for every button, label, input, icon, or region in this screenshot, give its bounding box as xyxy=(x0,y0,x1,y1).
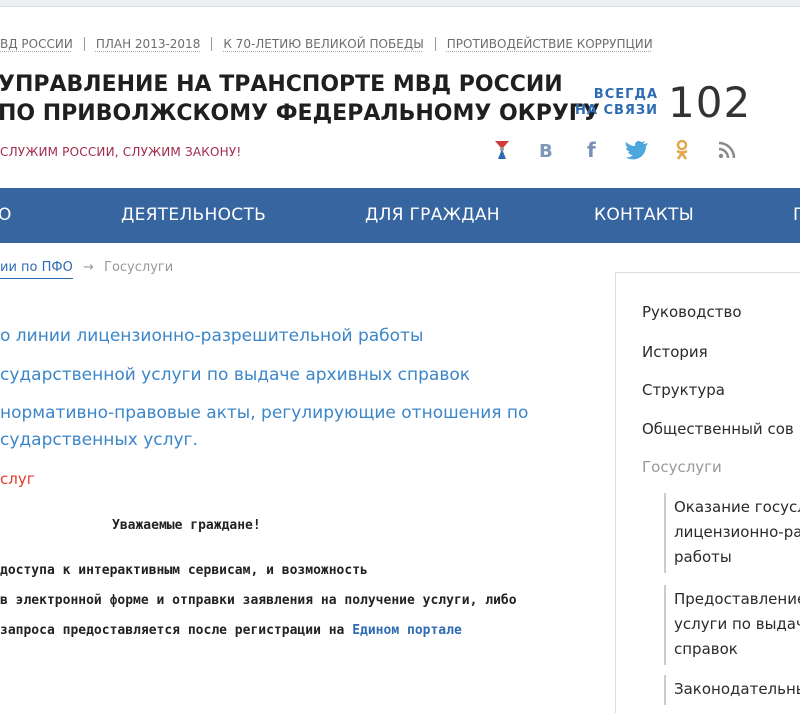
svg-text:В: В xyxy=(539,141,553,160)
service-link-licensing[interactable]: о линии лицензионно-разрешительной работ… xyxy=(0,326,423,346)
sidebar-item-management[interactable]: Руководство xyxy=(642,303,742,321)
service-link-legal-acts-cont[interactable]: сударственных услуг. xyxy=(0,430,198,450)
svg-text:f: f xyxy=(587,139,596,161)
notice-line: в электронной форме и отправки заявления… xyxy=(0,593,517,608)
notice-line-text: запроса предоставляется после регистраци… xyxy=(0,623,353,638)
odnoklassniki-icon[interactable] xyxy=(668,136,696,164)
browser-frame xyxy=(0,0,800,7)
top-link-plan[interactable]: ПЛАН 2013-2018 xyxy=(85,37,213,51)
mvd-icon[interactable] xyxy=(488,136,516,164)
sidebar-item-history[interactable]: История xyxy=(642,343,708,361)
hotline-number: 102 xyxy=(668,78,752,127)
facebook-icon[interactable]: f xyxy=(578,136,606,164)
breadcrumb: ии по ПФО → Госуслуги xyxy=(0,260,174,279)
hotline-label-line2: НА СВЯЗИ xyxy=(575,102,659,118)
sidebar-menu: Руководство История Структура Общественн… xyxy=(615,272,800,713)
top-link-mvd[interactable]: ВД РОССИИ xyxy=(0,37,85,51)
sidebar-subitem-text: Предоставление xyxy=(674,590,800,608)
sidebar-subitem-text: Законодательны xyxy=(674,680,800,698)
twitter-icon[interactable] xyxy=(623,136,651,164)
hotline-label-line1: ВСЕГДА xyxy=(593,86,659,102)
breadcrumb-link[interactable]: ии по ПФО xyxy=(0,260,73,279)
nav-item-about[interactable]: О xyxy=(0,188,12,243)
nav-item-activity[interactable]: ДЕЯТЕЛЬНОСТЬ xyxy=(121,188,266,243)
site-slogan: СЛУЖИМ РОССИИ, СЛУЖИМ ЗАКОНУ! xyxy=(0,145,242,159)
hotline: ВСЕГДА НА СВЯЗИ 102 xyxy=(575,78,751,127)
hotline-label: ВСЕГДА НА СВЯЗИ xyxy=(575,87,658,119)
site-title-line1: УПРАВЛЕНИЕ НА ТРАНСПОРТЕ МВД РОССИИ xyxy=(0,72,563,97)
sidebar-subitem-legislation[interactable]: Законодательны xyxy=(664,675,800,705)
notice-heading: Уважаемые граждане! xyxy=(112,518,261,533)
sidebar-item-gosuslugi[interactable]: Госуслуги xyxy=(642,458,722,476)
main-navigation: О ДЕЯТЕЛЬНОСТЬ ДЛЯ ГРАЖДАН КОНТАКТЫ П xyxy=(0,188,800,243)
breadcrumb-current: Госуслуги xyxy=(104,260,174,275)
top-link-victory[interactable]: К 70-ЛЕТИЮ ВЕЛИКОЙ ПОБЕДЫ xyxy=(212,37,436,51)
nav-item-more[interactable]: П xyxy=(793,188,800,243)
notice-line: доступа к интерактивным сервисам, и возм… xyxy=(0,563,368,578)
top-links-bar: ВД РОССИИ ПЛАН 2013-2018 К 70-ЛЕТИЮ ВЕЛИ… xyxy=(0,34,664,54)
breadcrumb-arrow: → xyxy=(82,260,94,275)
top-link-anticorruption[interactable]: ПРОТИВОДЕЙСТВИЕ КОРРУПЦИИ xyxy=(436,37,664,51)
nav-item-contacts[interactable]: КОНТАКТЫ xyxy=(594,188,694,243)
sidebar-item-public-council[interactable]: Общественный сов xyxy=(642,420,794,438)
vk-icon[interactable]: В xyxy=(533,136,561,164)
notice-line: запроса предоставляется после регистраци… xyxy=(0,623,462,638)
sidebar-subitem-archive[interactable]: Предоставление услуги по выдач справок xyxy=(664,585,800,665)
sidebar-item-structure[interactable]: Структура xyxy=(642,381,725,399)
service-link-legal-acts[interactable]: нормативно-правовые акты, регулирующие о… xyxy=(0,403,528,423)
social-links: В f xyxy=(488,136,758,164)
site-title[interactable]: УПРАВЛЕНИЕ НА ТРАНСПОРТЕ МВД РОССИИ ПО П… xyxy=(0,70,600,128)
rss-icon[interactable] xyxy=(713,136,741,164)
site-title-line2: ПО ПРИВОЛЖСКОМУ ФЕДЕРАЛЬНОМУ ОКРУГУ xyxy=(0,101,600,126)
sidebar-subitem-text: услуги по выдач xyxy=(674,615,800,633)
sidebar-subitem-text: работы xyxy=(674,548,732,566)
service-link-red[interactable]: слуг xyxy=(0,470,35,488)
nav-item-for-citizens[interactable]: ДЛЯ ГРАЖДАН xyxy=(365,188,500,243)
service-link-archive[interactable]: сударственной услуги по выдаче архивных … xyxy=(0,365,470,385)
unified-portal-link[interactable]: Едином портале xyxy=(352,623,462,638)
sidebar-subitem-licensing[interactable]: Оказание госусл лицензионно-ра работы xyxy=(664,493,800,573)
sidebar-subitem-text: справок xyxy=(674,640,738,658)
sidebar-subitem-text: Оказание госусл xyxy=(674,498,800,516)
sidebar-subitem-text: лицензионно-ра xyxy=(674,523,800,541)
